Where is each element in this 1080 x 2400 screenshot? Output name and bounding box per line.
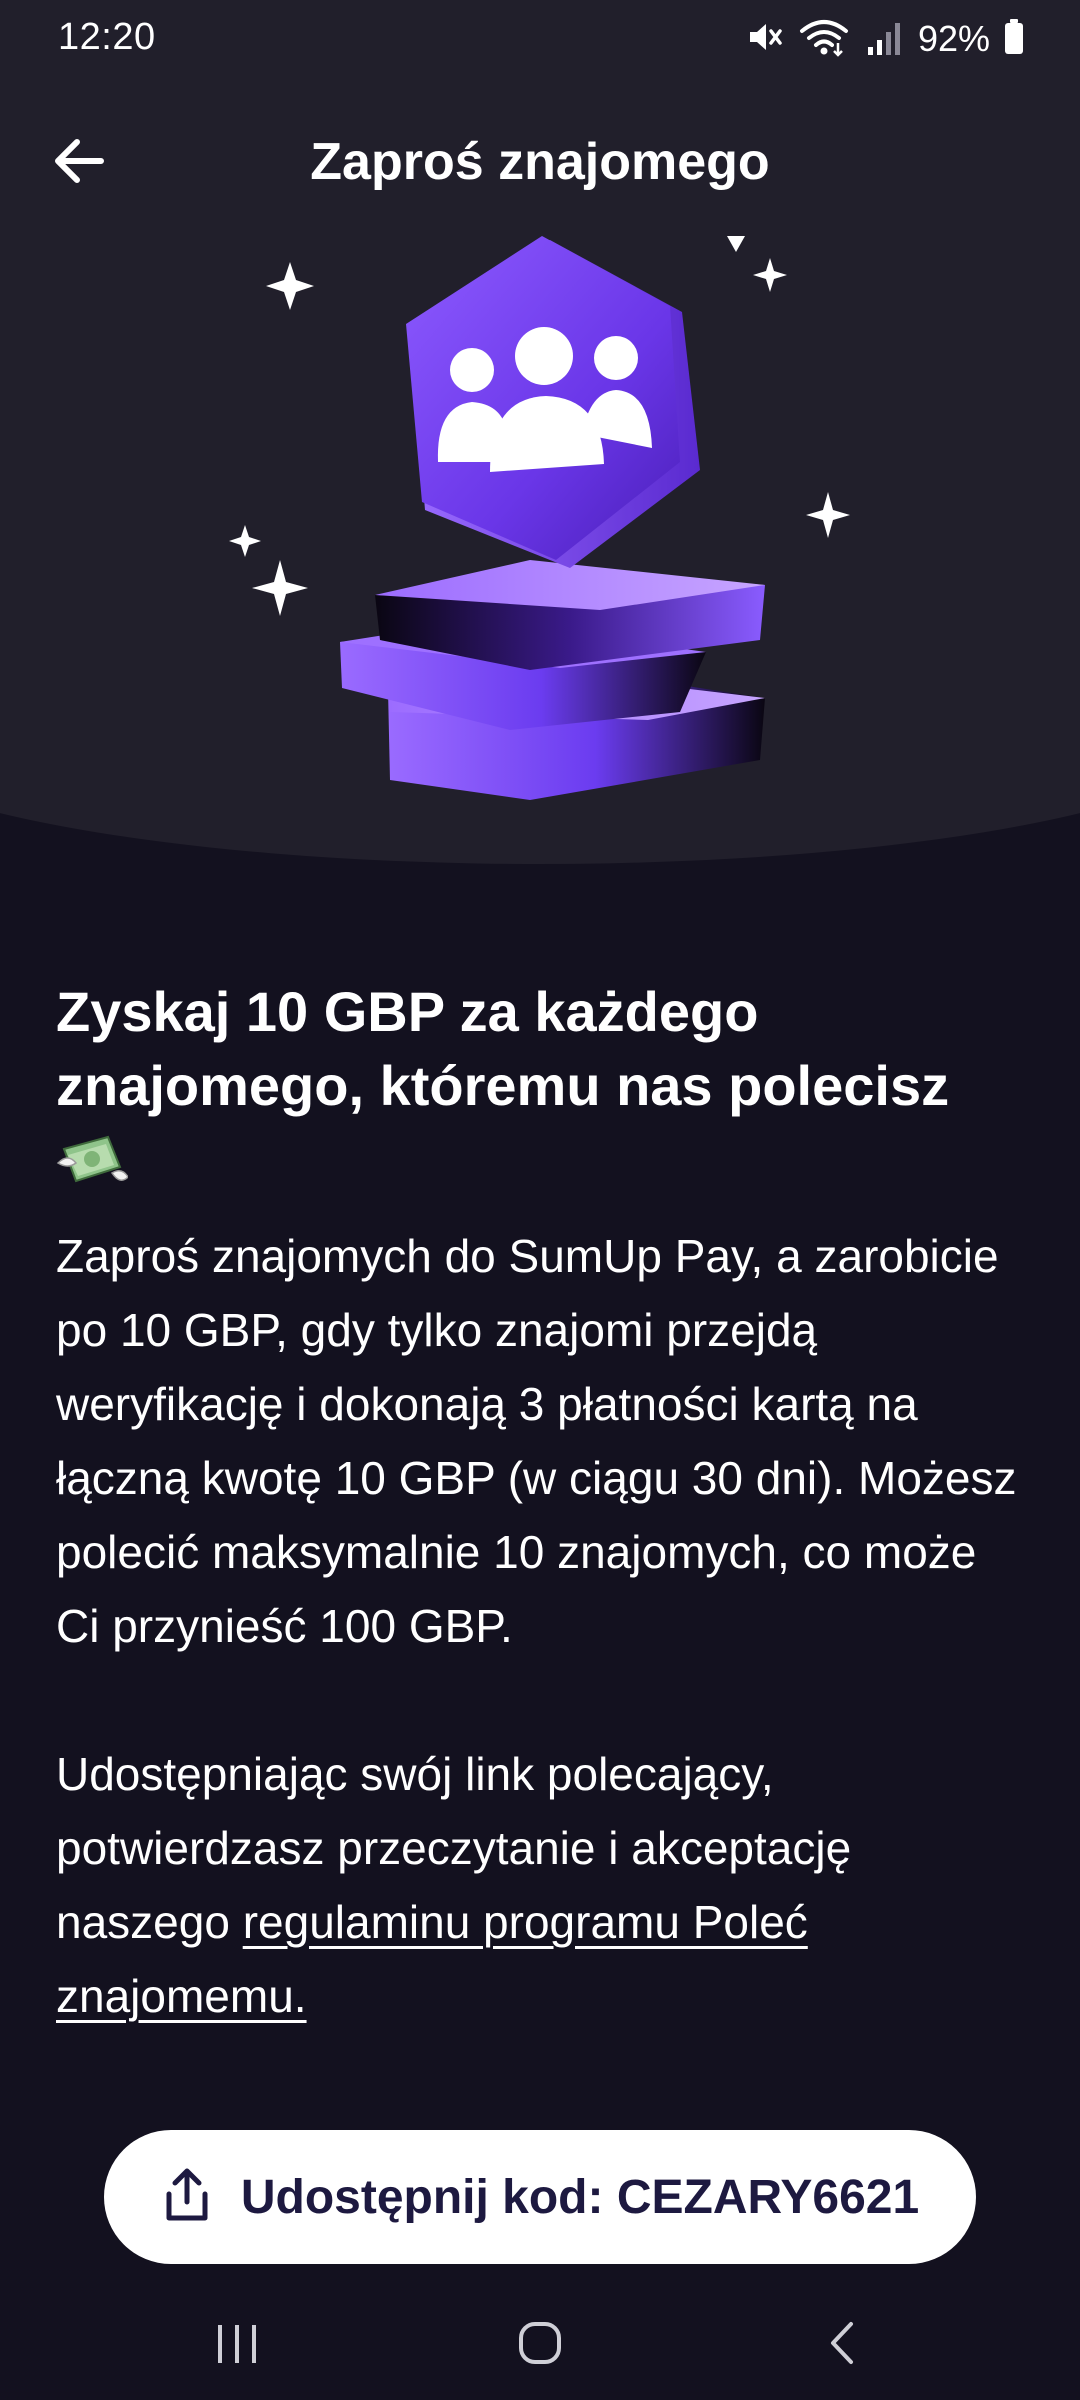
- recent-apps-icon: [212, 2319, 262, 2372]
- system-nav-bar: [0, 2290, 1080, 2400]
- app-bar: Zaproś znajomego: [0, 110, 1080, 210]
- people-group-icon: [406, 236, 700, 568]
- referral-illustration: [200, 220, 880, 820]
- main-content: Zyskaj 10 GBP za każdego znajomego, któr…: [56, 975, 1026, 2033]
- battery-percent: 92%: [917, 18, 990, 59]
- share-button-label: Udostępnij kod: CEZARY6621: [240, 2170, 920, 2224]
- terms-text: Udostępniając swój link polecający, potw…: [56, 1737, 1026, 2033]
- status-time: 12:20: [58, 16, 156, 58]
- money-with-wings-icon: [56, 1129, 129, 1189]
- headline: Zyskaj 10 GBP za każdego znajomego, któr…: [56, 980, 950, 1117]
- nav-back-button[interactable]: [798, 2310, 888, 2380]
- description: Zaproś znajomych do SumUp Pay, a zarobic…: [56, 1219, 1026, 2033]
- home-icon: [515, 2318, 565, 2373]
- home-button[interactable]: [495, 2310, 585, 2380]
- screen: 12:20 92% Zaproś znajomego Zyskaj 10 GBP…: [0, 0, 1080, 2400]
- wifi-icon: [798, 17, 850, 62]
- share-code-button[interactable]: Udostępnij kod: CEZARY6621: [104, 2130, 976, 2264]
- recent-apps-button[interactable]: [192, 2310, 282, 2380]
- page-title: Zaproś znajomego: [310, 133, 770, 191]
- mute-icon: [744, 17, 784, 62]
- signal-icon: [864, 17, 904, 62]
- back-icon: [823, 2318, 863, 2373]
- description-text: Zaproś znajomych do SumUp Pay, a zarobic…: [56, 1230, 1017, 1652]
- coin-stack-icon: [340, 560, 765, 800]
- battery-icon: [1004, 18, 1024, 60]
- status-bar: 12:20 92%: [0, 0, 1080, 78]
- status-icons: 92%: [744, 18, 1024, 60]
- share-icon: [161, 2166, 213, 2229]
